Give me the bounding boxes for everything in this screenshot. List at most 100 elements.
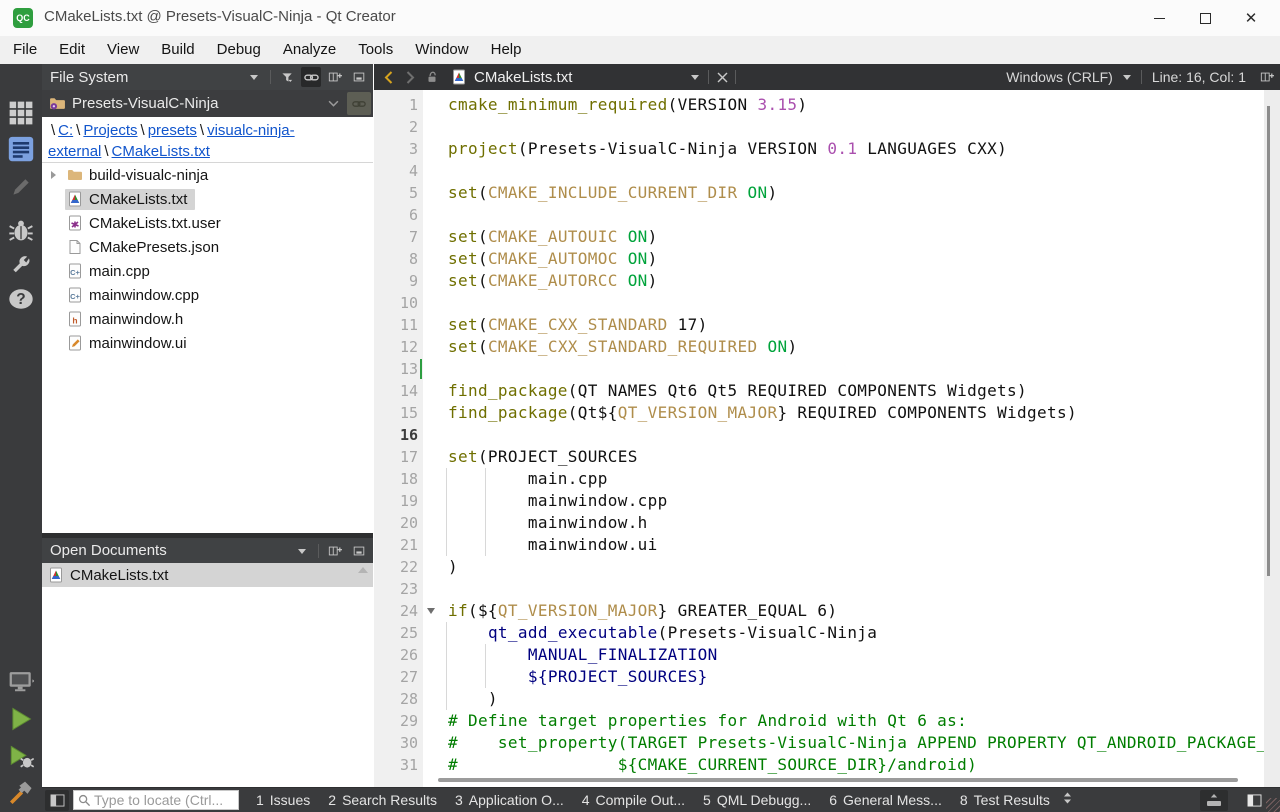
- split-new-icon[interactable]: [325, 541, 345, 561]
- code-line-28[interactable]: ): [448, 688, 498, 710]
- code-line-11[interactable]: set(CMAKE_CXX_STANDARD 17): [448, 314, 708, 336]
- split-editor-icon[interactable]: [1256, 64, 1278, 90]
- filter-icon[interactable]: [277, 67, 297, 87]
- debug-run-icon[interactable]: [0, 740, 42, 774]
- chevron-right-icon[interactable]: [51, 171, 56, 179]
- pane-updown-icon[interactable]: [1063, 791, 1072, 809]
- breadcrumb-link[interactable]: CMakeLists.txt: [112, 143, 210, 160]
- toggle-left-sidebar-icon[interactable]: [45, 790, 69, 811]
- code-line-22[interactable]: ): [448, 556, 458, 578]
- split-new-icon[interactable]: [325, 67, 345, 87]
- code-line-8[interactable]: set(CMAKE_AUTOMOC ON): [448, 248, 658, 270]
- breadcrumb-link[interactable]: presets: [148, 122, 197, 139]
- code-line-9[interactable]: set(CMAKE_AUTORCC ON): [448, 270, 658, 292]
- scrollbar-thumb[interactable]: [1267, 106, 1270, 576]
- toggle-right-sidebar-icon[interactable]: [1242, 790, 1266, 811]
- code-line-14[interactable]: find_package(QT NAMES Qt6 Qt5 REQUIRED C…: [448, 380, 1027, 402]
- unlock-icon[interactable]: [421, 64, 443, 90]
- code-line-3[interactable]: project(Presets-VisualC-Ninja VERSION 0.…: [448, 138, 1007, 160]
- breadcrumb-link[interactable]: C:: [58, 122, 73, 139]
- code-line-31[interactable]: # ${CMAKE_CURRENT_SOURCE_DIR}/android): [448, 754, 977, 776]
- design-mode-icon[interactable]: [0, 170, 42, 204]
- tab-cmakelists[interactable]: CMakeLists.txt: [451, 69, 572, 86]
- debug-mode-icon[interactable]: [0, 214, 42, 248]
- collapse-panel-icon[interactable]: [349, 67, 369, 87]
- mode-grid-icon[interactable]: [0, 96, 42, 130]
- code-line-24[interactable]: if(${QT_VERSION_MAJOR} GREATER_EQUAL 6): [448, 600, 837, 622]
- vertical-scrollbar[interactable]: [1264, 90, 1280, 787]
- code-line-21[interactable]: mainwindow.ui: [448, 534, 658, 556]
- help-mode-icon[interactable]: ?: [0, 282, 42, 316]
- line-ending-selector[interactable]: Windows (CRLF): [1006, 69, 1113, 85]
- tree-item-build-visualc-ninja[interactable]: build-visualc-ninja: [42, 163, 373, 187]
- output-pane-general-mess[interactable]: 6General Mess...: [820, 788, 951, 812]
- code-editor[interactable]: 1234567891011121314151617181920212223242…: [374, 90, 1280, 787]
- output-pane-application-o[interactable]: 3Application O...: [446, 788, 573, 812]
- link-with-editor-icon[interactable]: [301, 67, 321, 87]
- tree-item-CMakeLists.txt[interactable]: CMakeLists.txt: [42, 187, 373, 211]
- projects-mode-icon[interactable]: [0, 248, 42, 282]
- code-line-1[interactable]: cmake_minimum_required(VERSION 3.15): [448, 94, 807, 116]
- tree-item-mainwindow.cpp[interactable]: C+mainwindow.cpp: [42, 283, 373, 307]
- locator-input[interactable]: [94, 792, 232, 808]
- edit-mode-icon[interactable]: [0, 132, 42, 166]
- tree-item-mainwindow.h[interactable]: hmainwindow.h: [42, 307, 373, 331]
- locator[interactable]: [73, 790, 239, 810]
- collapse-panel-icon[interactable]: [349, 541, 369, 561]
- chevron-down-icon[interactable]: [244, 67, 264, 87]
- menu-tools[interactable]: Tools: [347, 36, 404, 64]
- resize-grip[interactable]: [1266, 798, 1280, 812]
- maximize-button[interactable]: [1182, 0, 1228, 36]
- project-combo[interactable]: Presets-VisualC-Ninja: [42, 90, 373, 117]
- horizontal-scrollbar[interactable]: [438, 778, 1238, 782]
- kit-selector-icon[interactable]: [0, 664, 42, 698]
- code-line-30[interactable]: # set_property(TARGET Presets-VisualC-Ni…: [448, 732, 1280, 754]
- breadcrumb-link[interactable]: Projects: [83, 122, 137, 139]
- code-line-15[interactable]: find_package(Qt${QT_VERSION_MAJOR} REQUI…: [448, 402, 1077, 424]
- close-button[interactable]: ✕: [1228, 0, 1274, 36]
- menu-analyze[interactable]: Analyze: [272, 36, 347, 64]
- tree-item-CMakePresets.json[interactable]: CMakePresets.json: [42, 235, 373, 259]
- output-pane-search-results[interactable]: 2Search Results: [319, 788, 446, 812]
- output-pane-issues[interactable]: 1Issues: [247, 788, 319, 812]
- tree-item-CMakeLists.txt.user[interactable]: CMakeLists.txt.user: [42, 211, 373, 235]
- build-icon[interactable]: [0, 776, 42, 810]
- code-line-7[interactable]: set(CMAKE_AUTOUIC ON): [448, 226, 658, 248]
- code-line-27[interactable]: ${PROJECT_SOURCES}: [448, 666, 708, 688]
- menu-view[interactable]: View: [96, 36, 150, 64]
- chevron-down-icon[interactable]: [684, 64, 706, 90]
- maximize-output-pane-icon[interactable]: [1200, 790, 1228, 811]
- fold-marker-icon[interactable]: [427, 608, 435, 614]
- tree-item-main.cpp[interactable]: C+main.cpp: [42, 259, 373, 283]
- back-icon[interactable]: [377, 64, 399, 90]
- menu-debug[interactable]: Debug: [206, 36, 272, 64]
- minimize-button[interactable]: [1136, 0, 1182, 36]
- tree-item-mainwindow.ui[interactable]: mainwindow.ui: [42, 331, 373, 355]
- forward-icon[interactable]: [399, 64, 421, 90]
- menu-edit[interactable]: Edit: [48, 36, 96, 64]
- line-number: 30: [374, 732, 418, 754]
- chevron-down-icon[interactable]: [1123, 75, 1131, 80]
- code-line-12[interactable]: set(CMAKE_CXX_STANDARD_REQUIRED ON): [448, 336, 797, 358]
- output-pane-qml-debugg[interactable]: 5QML Debugg...: [694, 788, 820, 812]
- menu-help[interactable]: Help: [480, 36, 533, 64]
- close-document-icon[interactable]: [711, 64, 733, 90]
- menu-build[interactable]: Build: [150, 36, 205, 64]
- menu-window[interactable]: Window: [404, 36, 479, 64]
- run-icon[interactable]: [0, 702, 42, 736]
- output-pane-test-results[interactable]: 8Test Results: [951, 788, 1059, 812]
- code-line-18[interactable]: main.cpp: [448, 468, 608, 490]
- code-line-5[interactable]: set(CMAKE_INCLUDE_CURRENT_DIR ON): [448, 182, 777, 204]
- code-line-19[interactable]: mainwindow.cpp: [448, 490, 668, 512]
- sync-root-icon[interactable]: [347, 92, 371, 115]
- code-line-20[interactable]: mainwindow.h: [448, 512, 648, 534]
- output-pane-compile-out[interactable]: 4Compile Out...: [573, 788, 694, 812]
- code-line-26[interactable]: MANUAL_FINALIZATION: [448, 644, 718, 666]
- code-line-25[interactable]: qt_add_executable(Presets-VisualC-Ninja: [448, 622, 877, 644]
- code-line-17[interactable]: set(PROJECT_SOURCES: [448, 446, 638, 468]
- open-document-CMakeLists.txt[interactable]: CMakeLists.txt: [42, 563, 373, 587]
- chevron-down-icon[interactable]: [292, 541, 312, 561]
- code-line-29[interactable]: # Define target properties for Android w…: [448, 710, 967, 732]
- scroll-up-icon[interactable]: [358, 567, 368, 573]
- menu-file[interactable]: File: [2, 36, 48, 64]
